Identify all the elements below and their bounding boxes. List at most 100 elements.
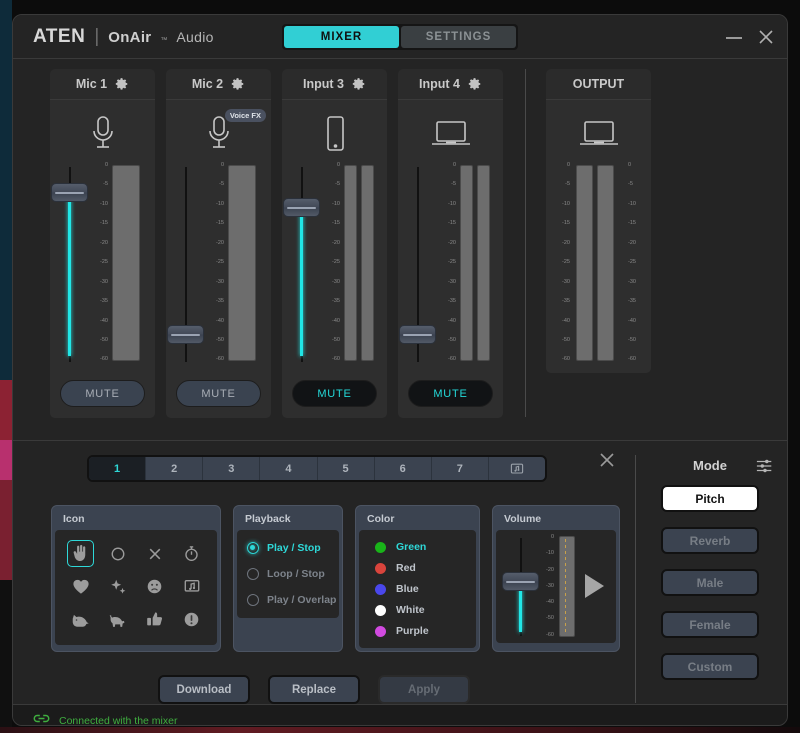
- mute-button-input3[interactable]: MUTE: [292, 380, 377, 407]
- gear-icon[interactable]: [352, 77, 366, 91]
- sparkles-icon[interactable]: [104, 573, 131, 600]
- microphone-icon: [90, 111, 116, 157]
- playback-option-play-overlap[interactable]: Play / Overlap: [247, 594, 339, 606]
- color-swatch: [375, 583, 386, 595]
- channel-strip-input3: Input 3 0 -5 -10 -15 -20 -25 -30 -35 -40…: [282, 69, 387, 418]
- fader-track[interactable]: [167, 167, 204, 362]
- fader-knob-mic2[interactable]: [167, 325, 204, 344]
- scale-tick: -60: [216, 356, 224, 363]
- color-option-label: Purple: [396, 625, 429, 637]
- cat-icon[interactable]: [67, 606, 94, 633]
- fader-knob-mic1[interactable]: [51, 183, 88, 202]
- sound-tab-1[interactable]: 1: [89, 457, 147, 480]
- sound-tab-4[interactable]: 4: [260, 457, 318, 480]
- scale-tick: -15: [562, 220, 570, 227]
- sad-face-icon[interactable]: [141, 573, 168, 600]
- desktop-strip-1: [0, 0, 12, 380]
- level-meter: [228, 165, 256, 361]
- brand-trademark: ™: [160, 36, 168, 44]
- playback-option-loop-stop[interactable]: Loop / Stop: [247, 568, 339, 580]
- heart-icon[interactable]: [67, 573, 94, 600]
- fader-fill: [300, 212, 303, 356]
- color-panel-body: Green Red Blue White Purple: [359, 530, 476, 648]
- minimize-icon[interactable]: [725, 28, 743, 46]
- color-option-white[interactable]: White: [375, 604, 476, 616]
- color-option-blue[interactable]: Blue: [375, 583, 476, 595]
- clap-hand-icon[interactable]: [67, 540, 94, 567]
- gear-icon[interactable]: [231, 77, 245, 91]
- scale-tick: -50: [100, 336, 108, 343]
- mode-button-pitch[interactable]: Pitch: [661, 485, 759, 512]
- apply-button: Apply: [378, 675, 470, 704]
- color-option-label: Blue: [396, 583, 419, 595]
- scale-tick: -25: [100, 259, 108, 266]
- tab-settings[interactable]: SETTINGS: [401, 25, 516, 48]
- sound-tab-3[interactable]: 3: [203, 457, 261, 480]
- mode-button-custom[interactable]: Custom: [661, 653, 759, 680]
- mode-button-male[interactable]: Male: [661, 569, 759, 596]
- mode-button-reverb[interactable]: Reverb: [661, 527, 759, 554]
- mode-buttons: Pitch Reverb Male Female Custom: [633, 485, 787, 680]
- fader-track[interactable]: [283, 167, 320, 362]
- cross-icon[interactable]: [141, 540, 168, 567]
- channel-title: Input 3: [303, 77, 344, 91]
- scale-tick: -60: [628, 356, 636, 363]
- music-note-screen-icon[interactable]: [178, 573, 205, 600]
- gear-icon[interactable]: [115, 77, 129, 91]
- replace-button[interactable]: Replace: [268, 675, 360, 704]
- playback-option-play-stop[interactable]: Play / Stop: [247, 542, 339, 554]
- fader-track[interactable]: [399, 167, 436, 362]
- download-button[interactable]: Download: [158, 675, 250, 704]
- stopwatch-icon[interactable]: [178, 540, 205, 567]
- fader-knob-input3[interactable]: [283, 198, 320, 217]
- close-icon[interactable]: [757, 28, 775, 46]
- scale-tick: -25: [628, 259, 636, 266]
- fader-track[interactable]: [51, 167, 88, 362]
- desktop-strip-5: [0, 580, 12, 733]
- playback-option-label: Play / Stop: [267, 542, 321, 554]
- smartphone-icon: [323, 111, 347, 157]
- brand-logo: ATEN | OnAir ™ Audio: [33, 26, 214, 48]
- color-option-purple[interactable]: Purple: [375, 625, 476, 637]
- dog-icon[interactable]: [104, 606, 131, 633]
- scale-tick: -5: [628, 181, 633, 188]
- sound-tab-music-note[interactable]: [489, 457, 545, 480]
- sound-tab-2[interactable]: 2: [146, 457, 204, 480]
- scale-tick: -30: [332, 278, 340, 285]
- output-level-meters: [576, 165, 614, 361]
- scale-tick: -35: [100, 298, 108, 305]
- sound-number-tabs: 1 2 3 4 5 6 7: [87, 455, 547, 482]
- close-icon[interactable]: [598, 451, 616, 469]
- gear-icon[interactable]: [468, 77, 482, 91]
- fader-knob-input4[interactable]: [399, 325, 436, 344]
- color-panel-title: Color: [367, 513, 395, 525]
- exclamation-icon[interactable]: [178, 606, 205, 633]
- sound-tab-5[interactable]: 5: [318, 457, 375, 480]
- channel-body: 0 -5 -10 -15 -20 -25 -30 -35 -40 -50 -60: [50, 100, 155, 418]
- circle-icon[interactable]: [104, 540, 131, 567]
- scale-tick: -40: [332, 317, 340, 324]
- color-option-red[interactable]: Red: [375, 562, 476, 574]
- color-option-green[interactable]: Green: [375, 541, 476, 553]
- scale-tick: -30: [546, 582, 554, 589]
- volume-fader-knob[interactable]: [502, 572, 539, 591]
- color-swatch: [375, 625, 386, 637]
- thumbs-up-icon[interactable]: [141, 606, 168, 633]
- app-window: ATEN | OnAir ™ Audio MIXER SETTINGS Mic …: [12, 14, 788, 726]
- scale-tick: 0: [452, 162, 456, 168]
- scale-tick: 0: [550, 534, 554, 540]
- scale-tick: -25: [448, 259, 456, 266]
- play-icon[interactable]: [582, 572, 606, 605]
- tab-mixer[interactable]: MIXER: [284, 25, 399, 48]
- mute-button-mic1[interactable]: MUTE: [60, 380, 145, 407]
- mute-button-mic2[interactable]: MUTE: [176, 380, 261, 407]
- sliders-icon[interactable]: [755, 457, 775, 480]
- mute-button-input4[interactable]: MUTE: [408, 380, 493, 407]
- mode-button-female[interactable]: Female: [661, 611, 759, 638]
- volume-fader-track[interactable]: [502, 538, 539, 636]
- sound-tab-6[interactable]: 6: [375, 457, 432, 480]
- icon-panel: Icon: [51, 505, 221, 652]
- sound-tab-7[interactable]: 7: [432, 457, 489, 480]
- channel-strip-mic2: Mic 2 Voice FX 0 -5 -10 -15 -20 -25 -30 …: [166, 69, 271, 418]
- output-scale-right: 0 -5 -10 -15 -20 -25 -30 -35 -40 -50 -60: [628, 162, 642, 363]
